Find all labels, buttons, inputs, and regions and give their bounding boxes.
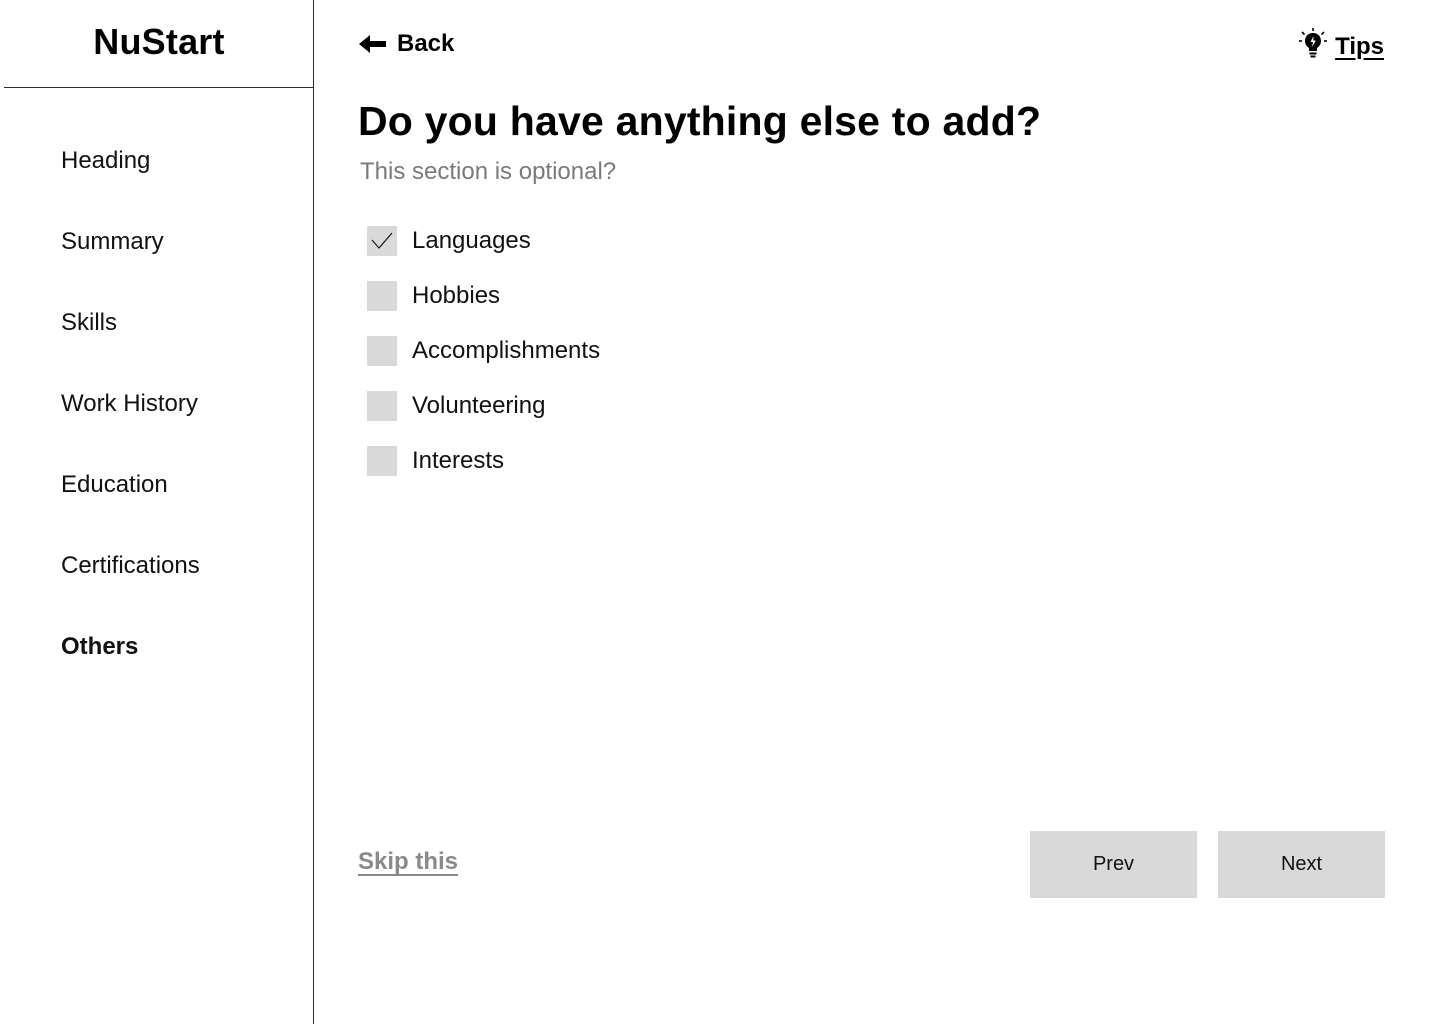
- option-label: Interests: [412, 446, 505, 474]
- sidebar-item-skills[interactable]: Skills: [61, 306, 200, 387]
- prev-button[interactable]: Prev: [1030, 831, 1197, 898]
- arrow-left-icon: [359, 34, 387, 54]
- interests-checkbox[interactable]: [367, 445, 397, 476]
- option-hobbies[interactable]: Hobbies: [367, 264, 600, 327]
- sidebar-item-work-history[interactable]: Work History: [61, 387, 200, 468]
- sidebar: NuStart Heading Summary Skills Work Hist…: [0, 0, 314, 1024]
- back-button[interactable]: Back: [359, 30, 454, 58]
- sidebar-item-summary[interactable]: Summary: [61, 225, 200, 306]
- option-label: Accomplishments: [412, 336, 601, 364]
- tips-label: Tips: [1335, 32, 1384, 60]
- option-languages[interactable]: Languages: [367, 209, 600, 272]
- languages-checkbox[interactable]: [367, 225, 397, 256]
- back-label: Back: [397, 30, 455, 57]
- tips-link[interactable]: Tips: [1299, 28, 1384, 65]
- accomplishments-checkbox[interactable]: [367, 335, 397, 366]
- volunteering-checkbox[interactable]: [367, 390, 397, 421]
- options-list: Languages Hobbies Accomplishments Volunt…: [367, 225, 600, 492]
- option-interests[interactable]: Interests: [367, 429, 600, 492]
- option-volunteering[interactable]: Volunteering: [367, 374, 600, 437]
- option-label: Hobbies: [412, 281, 501, 309]
- option-label: Volunteering: [412, 391, 546, 419]
- option-label: Languages: [412, 226, 531, 254]
- sidebar-item-certifications[interactable]: Certifications: [61, 549, 200, 630]
- option-accomplishments[interactable]: Accomplishments: [367, 319, 600, 382]
- sidebar-nav: Heading Summary Skills Work History Educ…: [61, 144, 200, 711]
- brand-logo: NuStart: [4, 0, 314, 88]
- sidebar-item-others[interactable]: Others: [61, 630, 200, 711]
- page-subtitle: This section is optional?: [360, 158, 617, 185]
- sidebar-item-education[interactable]: Education: [61, 468, 200, 549]
- sidebar-item-heading[interactable]: Heading: [61, 144, 200, 225]
- checkmark-icon: [371, 232, 393, 249]
- hobbies-checkbox[interactable]: [367, 280, 397, 311]
- app-root: NuStart Heading Summary Skills Work Hist…: [0, 0, 1440, 1024]
- next-button[interactable]: Next: [1218, 831, 1385, 898]
- skip-link[interactable]: Skip this: [358, 848, 458, 876]
- page-title: Do you have anything else to add?: [358, 98, 1042, 144]
- lightbulb-icon: [1299, 28, 1328, 65]
